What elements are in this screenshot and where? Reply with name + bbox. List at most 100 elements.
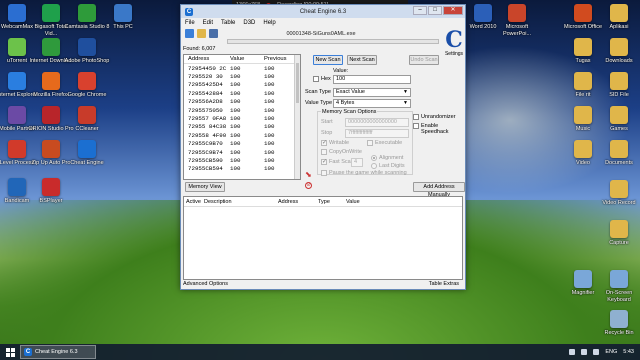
menu-d3d[interactable]: D3D [243, 20, 255, 26]
scan-results-list[interactable]: Address Value Previous 72954450 2C 100 100… [183, 54, 301, 180]
open-file-icon[interactable] [197, 28, 206, 38]
desktop-icon-right-14[interactable]: Recycle Bin [596, 310, 640, 337]
column-address[interactable]: Address [278, 199, 318, 205]
table-row[interactable]: 729557 0FA8 100 100 [184, 114, 300, 122]
desktop-icon-right-10[interactable]: Video Record [596, 180, 640, 207]
stop-address-input[interactable]: 7fffffffffffffff [345, 129, 409, 138]
hex-label: Hex [321, 76, 331, 82]
network-icon[interactable] [581, 349, 588, 355]
unrandomizer-label: Unrandomizer [421, 114, 456, 120]
chevron-down-icon: ▼ [403, 100, 408, 106]
settings-logo[interactable]: C Settings [443, 29, 465, 69]
start-button[interactable] [0, 345, 20, 359]
table-extras-link[interactable]: Table Extras [429, 281, 459, 287]
table-row[interactable]: 72955C9B74 100 100 [184, 148, 300, 156]
next-scan-button[interactable]: Next Scan [347, 55, 377, 65]
table-row[interactable]: 72954450 2C 100 100 [184, 64, 300, 72]
desktop-icon-right-11[interactable]: Capture [596, 220, 640, 247]
language-indicator[interactable]: ENG [605, 349, 617, 355]
clock[interactable]: 5:43 [623, 349, 634, 355]
save-icon[interactable] [209, 28, 218, 38]
stop-label: Stop [321, 130, 333, 136]
start-address-input[interactable]: 0000000000000000 [345, 118, 409, 127]
unrandomizer-checkbox[interactable] [413, 114, 419, 120]
desktop-icon-right-9[interactable]: Documents [596, 140, 640, 167]
taskbar-cheat-engine[interactable]: C Cheat Engine 6.3 [20, 345, 96, 359]
column-value[interactable]: Value [346, 199, 386, 205]
column-address[interactable]: Address [184, 56, 230, 62]
result-previous: 100 [264, 64, 275, 72]
desktop-icon-left-9[interactable]: Google Chrome [64, 72, 110, 99]
fast-scan-checkbox[interactable] [321, 158, 327, 165]
writable-checkbox[interactable] [321, 139, 327, 146]
cheat-engine-taskbar-icon: C [24, 348, 32, 356]
desktop-icon-right-3[interactable]: Downloads [596, 38, 640, 65]
column-value[interactable]: Value [230, 56, 264, 62]
menu-table[interactable]: Table [221, 20, 235, 26]
table-row[interactable]: 729556A2D8 100 100 [184, 98, 300, 106]
stop-scan-icon[interactable]: ⊘ [305, 182, 312, 189]
pointer-arrow-icon[interactable]: ⬊ [305, 170, 312, 179]
tray-icon[interactable] [569, 349, 576, 355]
desktop-icon-left-3[interactable]: This PC [100, 4, 146, 31]
open-process-icon[interactable] [185, 28, 194, 38]
results-scrollbar[interactable] [294, 55, 300, 179]
add-address-manually-button[interactable]: Add Address Manually [413, 182, 465, 198]
table-row[interactable]: 7295520 30 100 100 [184, 72, 300, 80]
result-address: 72955CB590 [188, 156, 223, 164]
table-row[interactable]: 72955425D4 100 100 [184, 81, 300, 89]
desktop-icon-left-6[interactable]: Adobe PhotoShop [64, 38, 110, 65]
title-bar[interactable]: C Cheat Engine 6.3 – □ ✕ [181, 5, 465, 18]
copy-on-write-checkbox[interactable] [321, 149, 327, 155]
menu-file[interactable]: File [185, 20, 195, 26]
table-row[interactable]: 72955C9B70 100 100 [184, 140, 300, 148]
executable-checkbox[interactable] [367, 140, 373, 146]
result-address: 729557 0FA8 [188, 115, 227, 123]
last-digits-radio[interactable] [371, 163, 377, 169]
scan-type-select[interactable]: Exact Value ▼ [333, 88, 411, 97]
menu-help[interactable]: Help [263, 20, 275, 26]
menu-bar: File Edit Table D3D Help [181, 18, 465, 27]
value-type-select[interactable]: 4 Bytes ▼ [333, 99, 411, 108]
new-scan-button[interactable]: New Scan [313, 55, 343, 65]
menu-edit[interactable]: Edit [203, 20, 213, 26]
desktop-icon-label: Capture [609, 240, 629, 246]
value-input[interactable]: 100 [333, 75, 411, 84]
column-type[interactable]: Type [318, 199, 346, 205]
undo-scan-button[interactable]: Undo Scan [409, 55, 439, 65]
maximize-button[interactable]: □ [428, 6, 442, 15]
alignment-radio[interactable] [371, 155, 377, 161]
desktop-icon-right-5[interactable]: SID File [596, 72, 640, 99]
column-active[interactable]: Active [184, 199, 204, 205]
desktop-icon-left-12[interactable]: CCleaner [64, 106, 110, 133]
desktop-icon-right-1[interactable]: Aplikasi [596, 4, 640, 31]
table-row[interactable]: 7295575050 100 100 [184, 106, 300, 114]
table-row[interactable]: 72955CB590 100 100 [184, 156, 300, 164]
table-row[interactable]: 72955 84C38 100 100 [184, 123, 300, 131]
hex-checkbox[interactable] [313, 76, 319, 82]
fast-scan-input[interactable]: 4 [351, 158, 363, 167]
app-icon [114, 4, 132, 22]
app-icon [42, 106, 60, 124]
last-digits-label: Last Digits [379, 163, 405, 169]
memory-view-button[interactable]: Memory View [185, 182, 225, 192]
column-description[interactable]: Description [204, 199, 278, 205]
advanced-options-link[interactable]: Advanced Options [183, 281, 228, 287]
volume-icon[interactable] [593, 349, 600, 355]
minimize-button[interactable]: – [413, 6, 427, 15]
result-value: 100 [230, 123, 241, 131]
desktop-icon-left-17[interactable]: BSPlayer [28, 178, 74, 205]
table-row[interactable]: 72955CB594 100 100 [184, 165, 300, 173]
table-row[interactable]: 729558 4F90 100 100 [184, 131, 300, 139]
desktop-icon-right-13[interactable]: On-Screen Keyboard [596, 270, 640, 303]
desktop-icon-mid-1[interactable]: Microsoft PowerPoi... [494, 4, 540, 37]
enable-speedhack-checkbox[interactable] [413, 123, 419, 129]
pause-game-checkbox[interactable] [321, 170, 327, 176]
desktop-icon-right-7[interactable]: Games [596, 106, 640, 133]
column-previous[interactable]: Previous [264, 56, 298, 62]
table-row[interactable]: 7295542884 100 100 [184, 89, 300, 97]
address-list[interactable]: Active Description Address Type Value [183, 196, 463, 280]
desktop-icon-label: Downloads [605, 58, 633, 64]
desktop-icon-left-15[interactable]: Cheat Engine [64, 140, 110, 167]
close-button[interactable]: ✕ [443, 6, 463, 15]
